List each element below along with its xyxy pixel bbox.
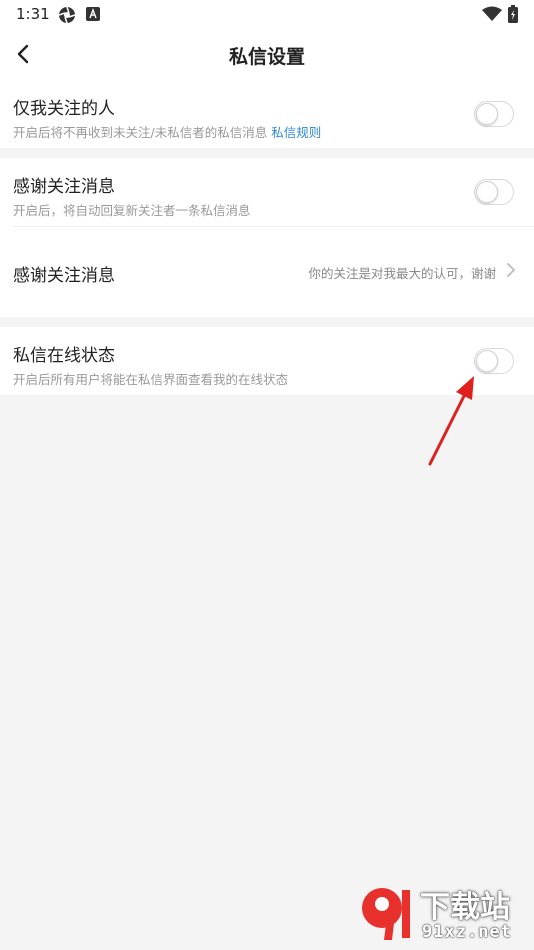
status-bar: 1:31	[0, 0, 534, 28]
section-thanks: 感谢关注消息 开启后，将自动回复新关注者一条私信消息 感谢关注消息 你的关注是对…	[0, 158, 534, 317]
toggle-knob	[476, 181, 498, 203]
battery-icon	[508, 5, 518, 23]
keyboard-a-icon	[86, 7, 100, 21]
aperture-icon	[58, 6, 76, 24]
nav-bar: 私信设置	[0, 28, 534, 80]
status-time: 1:31	[16, 5, 50, 23]
section-gap	[0, 317, 534, 327]
site-logo-icon	[362, 888, 410, 940]
setting-label: 仅我关注的人	[13, 99, 115, 119]
thanks-follow-toggle[interactable]	[474, 179, 514, 205]
watermark-top-text: 下载站	[420, 890, 510, 925]
toggle-knob	[476, 103, 498, 125]
setting-label: 感谢关注消息	[13, 266, 115, 286]
watermark: 下载站 91xz.net	[360, 882, 530, 948]
watermark-bottom-text: 91xz.net	[422, 922, 512, 942]
toggle-knob	[476, 350, 498, 372]
setting-desc: 开启后将不再收到未关注/未私信者的私信消息 私信规则	[13, 125, 322, 140]
dm-rules-link[interactable]: 私信规则	[271, 125, 321, 140]
annotation-arrow-icon	[428, 376, 474, 466]
setting-thanks-follow-message[interactable]: 感谢关注消息 你的关注是对我最大的认可，谢谢	[0, 227, 534, 317]
setting-desc: 开启后，将自动回复新关注者一条私信消息	[13, 203, 251, 218]
setting-desc: 开启后所有用户将能在私信界面查看我的在线状态	[13, 372, 289, 387]
setting-label: 私信在线状态	[13, 346, 115, 366]
chevron-right-icon	[507, 263, 515, 277]
setting-label: 感谢关注消息	[13, 177, 115, 197]
only-following-toggle[interactable]	[474, 101, 514, 127]
section-privacy: 仅我关注的人 开启后将不再收到未关注/未私信者的私信消息 私信规则	[0, 80, 534, 148]
setting-thanks-follow-toggle: 感谢关注消息 开启后，将自动回复新关注者一条私信消息	[0, 158, 534, 226]
online-status-toggle[interactable]	[474, 348, 514, 374]
thanks-message-value: 你的关注是对我最大的认可，谢谢	[308, 266, 496, 281]
wifi-icon	[482, 6, 502, 21]
section-gap	[0, 148, 534, 158]
setting-only-following: 仅我关注的人 开启后将不再收到未关注/未私信者的私信消息 私信规则	[0, 80, 534, 148]
page-title: 私信设置	[228, 46, 305, 68]
